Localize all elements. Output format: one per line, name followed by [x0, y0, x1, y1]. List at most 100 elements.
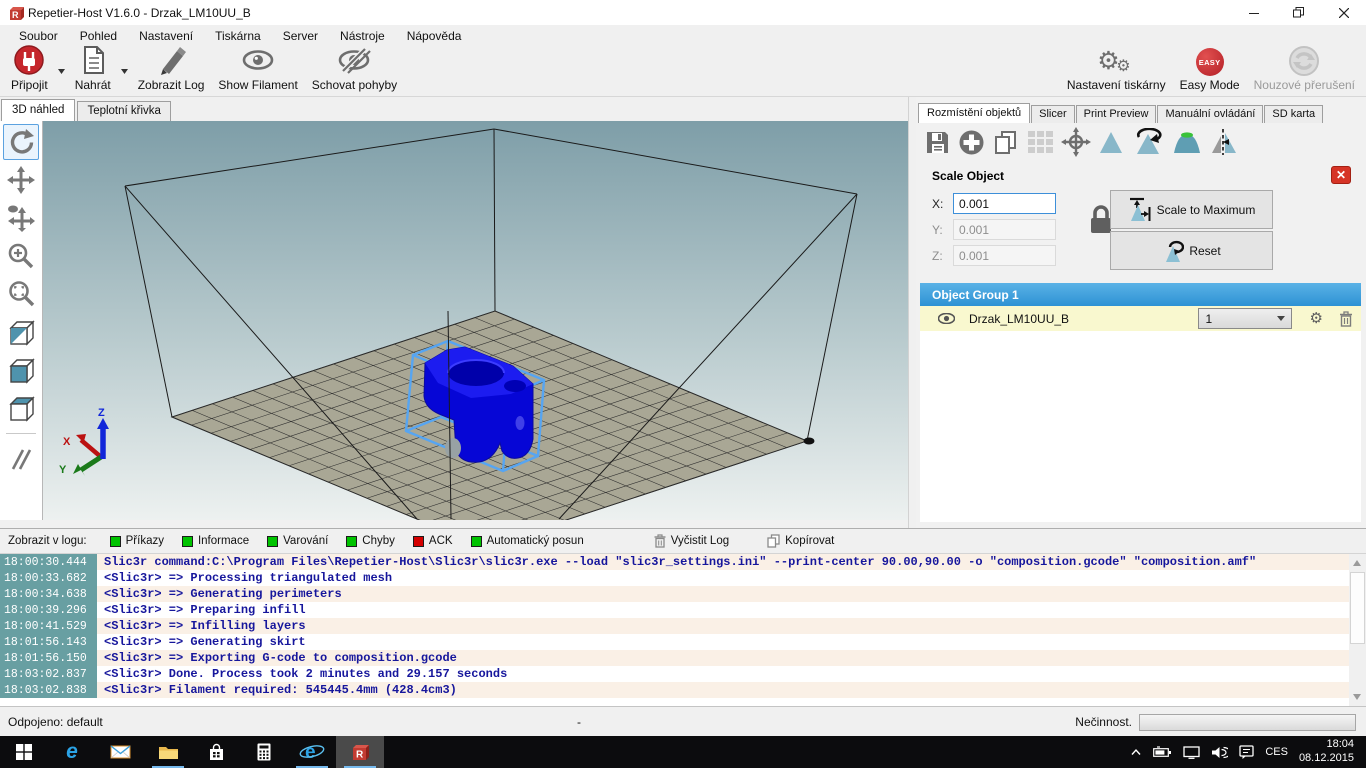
- show-filament-button[interactable]: Show Filament: [211, 47, 304, 96]
- copy-log-label: Kopírovat: [785, 535, 834, 547]
- copy-log-button[interactable]: Kopírovat: [758, 531, 843, 551]
- clock-time: 18:04: [1326, 738, 1354, 750]
- show-log-label: Zobrazit Log: [138, 78, 205, 92]
- connect-dropdown[interactable]: [55, 47, 68, 96]
- tab-manual-control[interactable]: Manuální ovládání: [1157, 105, 1263, 123]
- scale-to-maximum-button[interactable]: Scale to Maximum: [1110, 190, 1273, 229]
- tab-3d-view[interactable]: 3D náhled: [1, 99, 75, 121]
- object-row[interactable]: Drzak_LM10UU_B 1 ⚙: [920, 306, 1361, 331]
- rotate-object-button[interactable]: [1131, 128, 1165, 156]
- tab-temperature-curve[interactable]: Teplotní křivka: [77, 101, 171, 121]
- mirror-object-button[interactable]: [1209, 128, 1239, 156]
- connect-button[interactable]: Připojit: [4, 47, 55, 96]
- tray-chevron-up-icon[interactable]: [1130, 748, 1142, 756]
- taskbar-file-explorer[interactable]: [144, 736, 192, 768]
- reset-scale-button[interactable]: Reset: [1110, 231, 1273, 270]
- zoom-fit-button[interactable]: [3, 276, 39, 312]
- move-object-button[interactable]: [3, 200, 39, 236]
- copy-object-button[interactable]: [992, 129, 1020, 156]
- load-dropdown[interactable]: [118, 47, 131, 96]
- object-group-header[interactable]: Object Group 1: [920, 283, 1361, 306]
- tab-object-placement[interactable]: Rozmístění objektů: [918, 103, 1030, 123]
- add-object-button[interactable]: [958, 129, 985, 156]
- filter-ack[interactable]: ACK: [404, 532, 462, 550]
- status-bar: Odpojeno: default - Nečinnost.: [0, 706, 1366, 736]
- network-icon[interactable]: [1183, 746, 1200, 759]
- menu-napoveda[interactable]: Nápověda: [396, 26, 473, 46]
- isometric-view-button[interactable]: [3, 314, 39, 350]
- autoposition-button[interactable]: [1027, 129, 1054, 156]
- menu-pohled[interactable]: Pohled: [69, 26, 128, 46]
- filter-commands[interactable]: Příkazy: [101, 532, 173, 550]
- menu-server[interactable]: Server: [272, 26, 329, 46]
- show-log-button[interactable]: Zobrazit Log: [131, 47, 212, 96]
- object-settings-gear-icon[interactable]: ⚙: [1310, 311, 1323, 326]
- taskbar-internet-explorer[interactable]: e: [288, 736, 336, 768]
- edge-icon: e: [66, 740, 78, 764]
- filter-warnings[interactable]: Varování: [258, 532, 337, 550]
- easy-mode-button[interactable]: EASY Easy Mode: [1173, 47, 1247, 96]
- filter-errors[interactable]: Chyby: [337, 532, 404, 550]
- log-time: 18:00:39.296: [0, 602, 97, 618]
- taskbar-edge[interactable]: e: [48, 736, 96, 768]
- start-button[interactable]: [0, 736, 48, 768]
- menu-soubor[interactable]: Soubor: [8, 26, 69, 46]
- isometric-view-icon: [8, 319, 35, 346]
- scale-y-row: Y:: [932, 219, 1056, 240]
- information-label: Informace: [198, 535, 249, 547]
- scale-y-input[interactable]: [953, 219, 1056, 240]
- battery-icon[interactable]: [1153, 746, 1172, 758]
- copies-dropdown[interactable]: 1: [1198, 308, 1292, 329]
- scroll-up-icon[interactable]: [1353, 560, 1361, 566]
- log-time: 18:01:56.150: [0, 650, 97, 666]
- restore-button[interactable]: [1276, 0, 1321, 25]
- log-toolbar: Zobrazit v logu: Příkazy Informace Varov…: [0, 529, 1366, 554]
- viewport-3d[interactable]: X Y Z: [42, 121, 908, 520]
- keyboard-layout[interactable]: CES: [1265, 746, 1288, 758]
- save-composition-button[interactable]: [924, 129, 951, 156]
- notification-icon[interactable]: [1239, 745, 1254, 759]
- minimize-button[interactable]: [1231, 0, 1276, 25]
- scale-object-button[interactable]: [1098, 129, 1124, 155]
- tab-sd-card[interactable]: SD karta: [1264, 105, 1323, 123]
- taskbar-repetier-host[interactable]: R: [336, 736, 384, 768]
- top-view-button[interactable]: [3, 390, 39, 426]
- object-visibility-eye-icon[interactable]: [938, 313, 955, 324]
- log-row: 18:00:34.638<Slic3r> => Generating perim…: [0, 586, 1349, 602]
- scrollbar-thumb[interactable]: [1350, 572, 1365, 644]
- parallel-projection-button[interactable]: [3, 441, 39, 477]
- taskbar-mail[interactable]: [96, 736, 144, 768]
- emergency-stop-button[interactable]: Nouzové přerušení: [1247, 47, 1362, 96]
- log-scrollbar[interactable]: [1349, 554, 1366, 706]
- filter-autoscroll[interactable]: Automatický posun: [462, 532, 593, 550]
- rotate-view-button[interactable]: [3, 124, 39, 160]
- scroll-down-icon[interactable]: [1353, 694, 1361, 700]
- menu-tiskarna[interactable]: Tiskárna: [204, 26, 272, 46]
- lay-flat-button[interactable]: [1172, 129, 1202, 155]
- speaker-icon[interactable]: [1211, 746, 1228, 759]
- load-button[interactable]: Nahrát: [68, 47, 118, 96]
- zoom-in-button[interactable]: [3, 238, 39, 274]
- panel-splitter[interactable]: [908, 97, 916, 528]
- object-name: Drzak_LM10UU_B: [969, 312, 1069, 326]
- menu-nastaveni[interactable]: Nastavení: [128, 26, 204, 46]
- scale-z-input[interactable]: [953, 245, 1056, 266]
- pan-view-button[interactable]: [3, 162, 39, 198]
- filter-information[interactable]: Informace: [173, 532, 258, 550]
- scale-x-input[interactable]: [953, 193, 1056, 214]
- printer-settings-button[interactable]: ⚙ ⚙ Nastavení tiskárny: [1060, 47, 1173, 96]
- object-delete-button[interactable]: [1339, 311, 1353, 327]
- taskbar-calculator[interactable]: [240, 736, 288, 768]
- menu-nastroje[interactable]: Nástroje: [329, 26, 396, 46]
- front-view-button[interactable]: [3, 352, 39, 388]
- taskbar-clock[interactable]: 18:04 08.12.2015: [1299, 738, 1354, 766]
- clear-log-button[interactable]: Vyčistit Log: [645, 531, 738, 551]
- rotate-view-icon: [7, 128, 35, 156]
- hide-moves-button[interactable]: Schovat pohyby: [305, 47, 404, 96]
- taskbar-store[interactable]: [192, 736, 240, 768]
- close-button[interactable]: [1321, 0, 1366, 25]
- center-object-button[interactable]: [1061, 127, 1091, 157]
- tab-slicer[interactable]: Slicer: [1031, 105, 1075, 123]
- tab-print-preview[interactable]: Print Preview: [1076, 105, 1157, 123]
- scale-panel-close-button[interactable]: ✕: [1331, 166, 1351, 184]
